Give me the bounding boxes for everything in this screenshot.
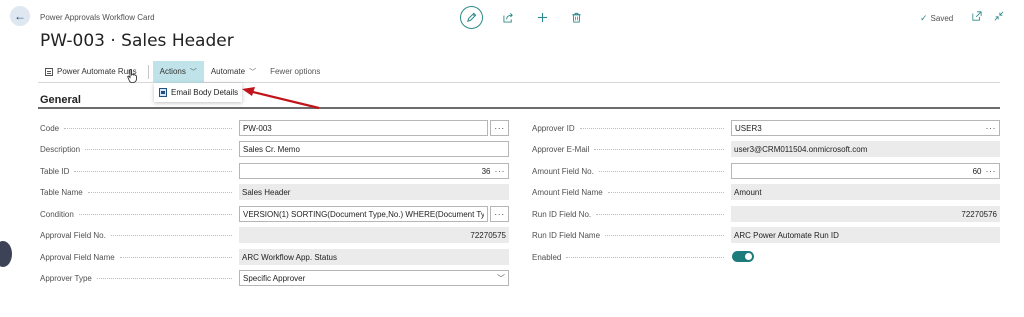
- collapse-button[interactable]: [994, 11, 1004, 23]
- annotation-arrow: [242, 87, 320, 110]
- window-controls: [972, 11, 1004, 23]
- approver-type-label: Approver Type: [40, 270, 232, 286]
- run-id-field-no-label: Run ID Field No.: [532, 206, 724, 222]
- share-icon: [502, 13, 513, 23]
- email-body-icon: [159, 88, 167, 97]
- ellipsis-icon[interactable]: ···: [495, 166, 506, 176]
- chevron-down-icon: ﹀: [189, 68, 197, 76]
- share-button[interactable]: [499, 9, 517, 27]
- amount-field-no-input[interactable]: 60 ···: [731, 163, 1000, 179]
- actions-label: Actions: [159, 67, 186, 76]
- action-bar-separator: [147, 64, 149, 79]
- power-automate-icon: [45, 67, 53, 76]
- toggle-knob: [745, 253, 752, 260]
- delete-icon: [571, 12, 581, 23]
- amount-field-name-field: Amount: [731, 184, 1000, 200]
- amount-field-no-label: Amount Field No.: [532, 163, 724, 179]
- add-button[interactable]: [533, 9, 551, 27]
- edit-pencil-icon: [467, 12, 477, 22]
- condition-lookup-button[interactable]: ···: [490, 206, 509, 222]
- run-id-field-name-label: Run ID Field Name: [532, 227, 724, 243]
- delete-button[interactable]: [567, 9, 585, 27]
- open-new-window-icon: [972, 11, 982, 21]
- power-automate-runs-label: Power Automate Runs: [57, 67, 137, 76]
- chevron-down-icon: ﹀: [249, 68, 257, 76]
- actions-menu-button[interactable]: Actions ﹀: [152, 60, 204, 83]
- check-icon: ✓: [920, 13, 928, 23]
- approver-email-label: Approver E-Mail: [532, 141, 724, 157]
- approver-id-label: Approver ID: [532, 120, 724, 136]
- code-label: Code: [40, 120, 232, 136]
- side-panel-handle[interactable]: [0, 241, 12, 267]
- email-body-details-menu-item[interactable]: Email Body Details: [171, 88, 238, 97]
- condition-label: Condition: [40, 206, 232, 222]
- ellipsis-icon[interactable]: ···: [986, 166, 997, 176]
- ellipsis-icon: ···: [494, 123, 505, 133]
- approver-email-field: user3@CRM011504.onmicrosoft.com: [731, 141, 1000, 157]
- amount-field-name-label: Amount Field Name: [532, 184, 724, 200]
- edit-button[interactable]: [460, 6, 483, 29]
- run-id-field-name-field: ARC Power Automate Run ID: [731, 227, 1000, 243]
- approval-field-no-field: 72270575: [239, 227, 509, 243]
- fewer-options-button[interactable]: Fewer options: [263, 61, 327, 83]
- top-action-toolbar: [460, 6, 585, 29]
- action-bar: Power Automate Runs Actions ﹀ Automate ﹀…: [38, 60, 1000, 83]
- page-title: PW-003 · Sales Header: [40, 31, 234, 51]
- collapse-icon: [994, 11, 1004, 21]
- code-input[interactable]: PW-003: [239, 120, 488, 136]
- automate-label: Automate: [210, 67, 246, 76]
- automate-menu-button[interactable]: Automate ﹀: [204, 61, 263, 83]
- ellipsis-icon: ···: [494, 209, 505, 219]
- enabled-toggle[interactable]: [732, 251, 754, 262]
- code-lookup-button[interactable]: ···: [490, 120, 509, 136]
- add-icon: [537, 12, 547, 23]
- back-arrow-icon: ←: [14, 9, 26, 23]
- ellipsis-icon[interactable]: ···: [986, 123, 997, 133]
- description-label: Description: [40, 141, 232, 157]
- description-input[interactable]: Sales Cr. Memo: [239, 141, 509, 157]
- enabled-label: Enabled: [532, 249, 724, 265]
- approver-id-input[interactable]: USER3 ···: [731, 120, 1000, 136]
- back-button[interactable]: ←: [10, 6, 30, 26]
- saved-status: ✓ Saved: [920, 13, 953, 24]
- approver-type-select[interactable]: Specific Approver ﹀: [239, 270, 509, 286]
- actions-dropdown: Email Body Details: [154, 83, 242, 102]
- table-id-label: Table ID: [40, 163, 232, 179]
- table-name-label: Table Name: [40, 184, 232, 200]
- condition-input[interactable]: VERSION(1) SORTING(Document Type,No.) WH…: [239, 206, 488, 222]
- fewer-options-label: Fewer options: [270, 67, 321, 76]
- table-id-input[interactable]: 36 ···: [239, 163, 509, 179]
- section-title-general: General: [40, 94, 81, 106]
- section-divider: [38, 107, 1000, 109]
- chevron-down-icon: ﹀: [497, 273, 505, 283]
- approval-field-name-label: Approval Field Name: [40, 249, 232, 265]
- page-caption: Power Approvals Workflow Card: [40, 13, 155, 22]
- mouse-cursor-icon: [127, 69, 137, 83]
- approval-field-no-label: Approval Field No.: [40, 227, 232, 243]
- open-new-window-button[interactable]: [972, 11, 982, 23]
- approval-field-name-field: ARC Workflow App. Status: [239, 249, 509, 265]
- run-id-field-no-field: 72270576: [731, 206, 1000, 222]
- table-name-field: Sales Header: [239, 184, 509, 200]
- saved-label: Saved: [930, 14, 954, 23]
